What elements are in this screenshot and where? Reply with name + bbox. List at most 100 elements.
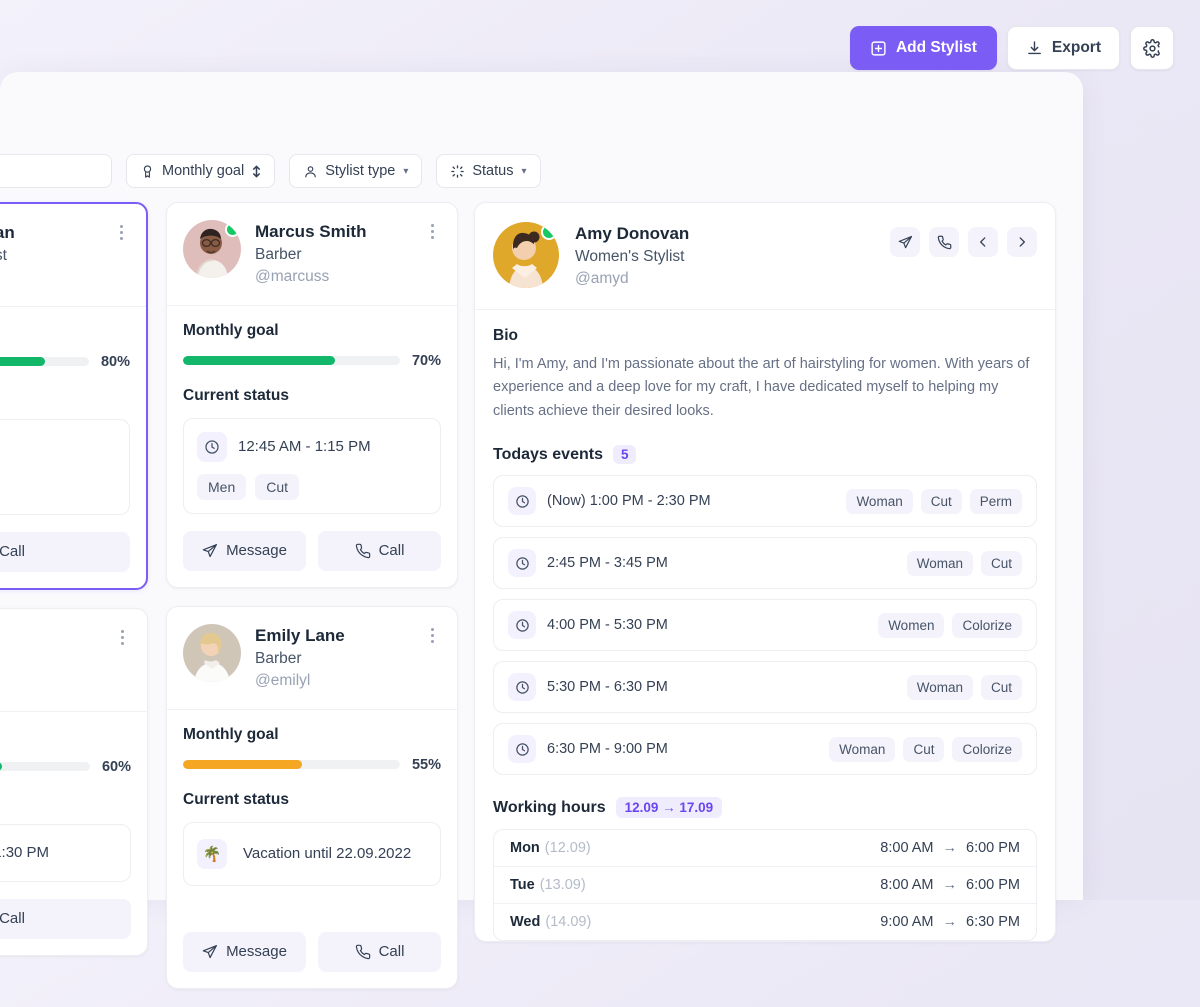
message-button[interactable]: Message	[183, 931, 306, 972]
event-time: (Now) 1:00 PM - 2:30 PM	[547, 493, 711, 510]
search-input[interactable]	[0, 154, 112, 188]
day-label: Tue	[510, 877, 535, 894]
online-status-dot	[541, 224, 557, 240]
event-tags: Woman Cut Colorize	[829, 736, 1022, 762]
events-list: (Now) 1:00 PM - 2:30 PM Woman Cut Perm 2…	[493, 475, 1037, 776]
stylist-handle: @emilyl	[255, 672, 311, 690]
export-label: Export	[1051, 39, 1101, 56]
card-menu-button[interactable]	[423, 220, 441, 239]
event-row[interactable]: 5:30 PM - 6:30 PM Woman Cut	[493, 661, 1037, 714]
tag: Cut	[903, 736, 945, 762]
status-line: 30 PM	[0, 433, 116, 463]
clock-icon	[508, 735, 536, 764]
day-hours: 8:00 AM → 6:00 PM	[880, 840, 1020, 856]
stylist-card-body: Monthly goal 70% Current status 12:45 AM…	[167, 306, 457, 587]
detail-body: Bio Hi, I'm Amy, and I'm passionate abou…	[475, 310, 1055, 942]
event-tags: Woman Cut	[906, 674, 1022, 700]
event-time: 4:00 PM - 5:30 PM	[547, 617, 668, 634]
stylist-handle: d	[0, 267, 98, 289]
end-time: 6:00 PM	[966, 877, 1020, 894]
tag: Woman	[906, 550, 973, 576]
chevron-left-icon	[976, 235, 990, 249]
tag: Woman	[846, 488, 913, 514]
monthly-goal-percent: 80%	[100, 353, 130, 370]
card-actions: Call	[0, 898, 131, 939]
call-label: Call	[0, 910, 25, 928]
progress-fill	[183, 760, 303, 770]
stylist-card-emily-lane[interactable]: Emily Lane Barber @emilyl Monthly goal 5…	[166, 605, 458, 989]
card-menu-button[interactable]	[113, 626, 131, 645]
filter-stylist-type[interactable]: Stylist type ▾	[289, 154, 423, 188]
call-button[interactable]	[929, 227, 959, 257]
add-stylist-button[interactable]: Add Stylist	[849, 26, 997, 70]
stylist-card-marcus-smith[interactable]: Marcus Smith Barber @marcuss Monthly goa…	[166, 202, 458, 588]
filter-monthly-goal[interactable]: Monthly goal	[126, 154, 276, 188]
message-button[interactable]	[890, 227, 920, 257]
tag: Perm	[969, 488, 1022, 514]
day-date: (12.09)	[544, 840, 591, 857]
progress-fill	[0, 357, 46, 367]
current-status-label: Current status	[0, 793, 131, 811]
stylist-card[interactable]: Donovan n's Stylist d Monthly goal 80% C…	[0, 202, 148, 590]
working-hours-range-badge: 12.09 → 17.09	[615, 797, 723, 819]
previous-button[interactable]	[968, 227, 998, 257]
current-status-label: Current status	[183, 386, 289, 404]
event-time: 6:30 PM - 9:00 PM	[547, 741, 668, 758]
phone-icon	[355, 543, 371, 559]
status-time: 1:00 PM - 1:30 PM	[0, 844, 50, 862]
call-button[interactable]: Call	[0, 531, 130, 572]
stylist-identity: Donovan n's Stylist d	[0, 221, 98, 290]
events-count-badge: 5	[612, 445, 637, 465]
card-menu-button[interactable]	[423, 624, 441, 643]
event-tags: Woman Cut Perm	[846, 488, 1022, 514]
settings-button[interactable]	[1130, 26, 1174, 70]
todays-events-heading: Todays events 5	[493, 445, 1037, 465]
day-label: Wed	[510, 914, 541, 931]
filter-status[interactable]: Status ▾	[436, 154, 541, 188]
status-tags: Perm	[0, 475, 116, 501]
status-time: Vacation until 22.09.2022	[243, 845, 412, 863]
start-time: 8:00 AM	[880, 840, 934, 857]
progress-track	[183, 356, 400, 366]
chevron-right-icon	[1015, 235, 1029, 249]
progress-fill	[0, 762, 2, 772]
progress-fill	[183, 356, 335, 366]
stylist-detail-panel: Amy Donovan Women's Stylist @amyd Bio Hi…	[474, 202, 1056, 960]
stylist-identity: Emily Lane Barber @emilyl	[255, 624, 409, 693]
top-action-bar: Add Stylist Export	[849, 26, 1174, 70]
call-button[interactable]: Call	[318, 931, 441, 972]
message-button[interactable]: Message	[183, 530, 306, 571]
filter-monthly-goal-label: Monthly goal	[162, 163, 245, 179]
download-icon	[1026, 40, 1043, 57]
next-button[interactable]	[1007, 227, 1037, 257]
event-row[interactable]: 2:45 PM - 3:45 PM Woman Cut	[493, 537, 1037, 590]
event-row[interactable]: 6:30 PM - 9:00 PM Woman Cut Colorize	[493, 723, 1037, 776]
stylist-name: ilago	[0, 627, 99, 650]
stylist-card-header: Emily Lane Barber @emilyl	[167, 607, 457, 710]
plus-square-icon	[870, 40, 887, 57]
working-hours-table: Mon (12.09) 8:00 AM → 6:00 PM Tue (13.09…	[493, 829, 1037, 942]
monthly-goal-label: Monthly goal	[0, 323, 130, 341]
event-row[interactable]: 4:00 PM - 5:30 PM Women Colorize	[493, 599, 1037, 652]
stylist-card-header: Marcus Smith Barber @marcuss	[167, 203, 457, 306]
stylist-card-body: Monthly goal 60% Current status 1:00 PM …	[0, 712, 147, 955]
filter-status-label: Status	[472, 163, 514, 179]
loader-icon	[450, 164, 465, 179]
stylist-role: tylist	[0, 650, 99, 672]
progress-track	[183, 760, 400, 770]
arrow-right-icon: →	[942, 914, 958, 931]
stylist-card-header: ilago tylist m	[0, 609, 147, 712]
monthly-goal-progress: 80%	[0, 354, 130, 370]
card-menu-button[interactable]	[112, 221, 130, 240]
stylist-name: Marcus Smith	[255, 222, 367, 241]
export-button[interactable]: Export	[1006, 26, 1120, 70]
event-row[interactable]: (Now) 1:00 PM - 2:30 PM Woman Cut Perm	[493, 475, 1037, 528]
call-button[interactable]: Call	[0, 898, 131, 939]
user-icon	[303, 164, 318, 179]
call-button[interactable]: Call	[318, 530, 441, 571]
detail-header-actions	[890, 222, 1037, 257]
event-tags: Woman Cut	[906, 550, 1022, 576]
card-actions: Message Call	[183, 530, 441, 571]
stylist-card[interactable]: ilago tylist m Monthly goal 60% Current …	[0, 607, 148, 956]
todays-events-label: Todays events	[493, 445, 603, 463]
